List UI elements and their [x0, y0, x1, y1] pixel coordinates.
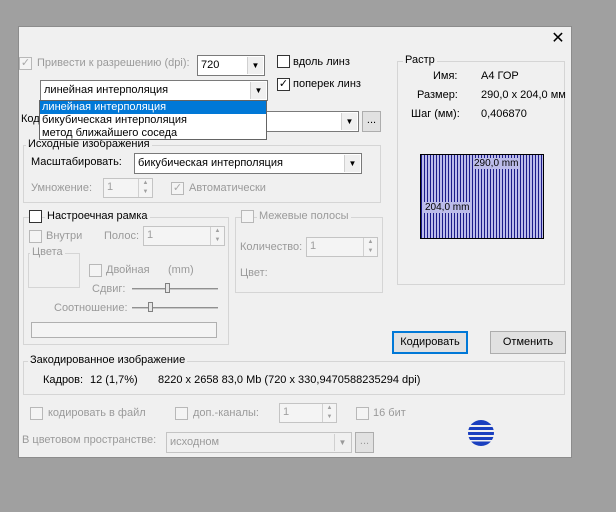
inside-checkbox[interactable]: [29, 230, 42, 243]
interpolation-dropdown-list: линейная интерполяция бикубическая интер…: [39, 100, 267, 140]
color-space-combo[interactable]: исходном ▼: [166, 432, 352, 453]
spin-up-icon[interactable]: ▲: [210, 227, 224, 236]
colors-label: Цвета: [30, 246, 65, 258]
frame-color-bar[interactable]: [31, 322, 217, 338]
interpolation-option[interactable]: метод ближайшего соседа: [40, 127, 266, 140]
dropdown-arrow-icon[interactable]: ▼: [341, 113, 357, 130]
scale-label: Масштабировать:: [31, 156, 122, 168]
raster-name-value: A4 ГОР: [481, 70, 519, 82]
dpi-value: 720: [201, 59, 220, 71]
double-label: Двойная: [106, 264, 150, 276]
stripes-value: 1: [147, 229, 154, 241]
globe-logo-icon: [466, 420, 496, 446]
raster-name-label: Имя:: [433, 70, 458, 82]
multiply-label: Умножение:: [31, 182, 92, 194]
count-spin[interactable]: 1 ▲ ▼: [306, 237, 378, 257]
dropdown-arrow-icon[interactable]: ▼: [334, 434, 350, 451]
cancel-button[interactable]: Отменить: [490, 331, 566, 354]
color-label: Цвет:: [240, 267, 268, 279]
inside-label: Внутри: [46, 230, 83, 242]
code-combo[interactable]: ▼: [259, 111, 359, 132]
raster-title: Растр: [403, 54, 437, 66]
spin-down-icon[interactable]: ▼: [363, 247, 377, 256]
interpolation-option[interactable]: бикубическая интерполяция: [40, 114, 266, 127]
interpolation-option[interactable]: линейная интерполяция: [40, 101, 266, 114]
dpi-combo[interactable]: 720 ▼: [197, 55, 265, 76]
bits16-checkbox[interactable]: [356, 407, 369, 420]
extra-channels-label: доп.-каналы:: [193, 407, 259, 419]
encode-button[interactable]: Кодировать: [392, 331, 468, 354]
scale-value: бикубическая интерполяция: [138, 157, 283, 169]
double-checkbox[interactable]: [89, 264, 102, 277]
ratio-label: Соотношение:: [54, 302, 128, 314]
color-space-label: В цветовом пространстве:: [22, 434, 157, 446]
color-space-browse-button[interactable]: ...: [355, 432, 374, 453]
color-space-value: исходном: [170, 436, 220, 448]
code-label: Код: [21, 113, 40, 125]
dropdown-arrow-icon[interactable]: ▼: [247, 57, 263, 74]
resolution-label: Привести к разрешению (dpi):: [37, 57, 190, 69]
spin-up-icon[interactable]: ▲: [322, 404, 336, 413]
encoding-dialog: ✕ Привести к разрешению (dpi): 720 ▼ вдо…: [18, 26, 572, 458]
raster-size-value: 290,0 x 204,0 мм: [481, 89, 566, 101]
colors-subgroup: [28, 253, 80, 288]
frames-value: 12 (1,7%): [90, 374, 138, 386]
raster-preview: 290,0 mm 204,0 mm: [420, 154, 544, 239]
ratio-slider[interactable]: [132, 307, 218, 309]
spin-up-icon[interactable]: ▲: [363, 238, 377, 247]
raster-step-label: Шаг (мм):: [411, 108, 460, 120]
dropdown-arrow-icon[interactable]: ▼: [250, 82, 266, 99]
spin-down-icon[interactable]: ▼: [210, 236, 224, 245]
stripes-spin[interactable]: 1 ▲ ▼: [143, 226, 225, 246]
auto-checkbox[interactable]: [171, 182, 184, 195]
to-file-checkbox[interactable]: [30, 407, 43, 420]
stripes-label: Полос:: [104, 230, 139, 242]
preview-width-label: 290,0 mm: [473, 158, 520, 169]
frames-label: Кадров:: [43, 374, 84, 386]
spin-up-icon[interactable]: ▲: [138, 179, 152, 188]
close-icon[interactable]: ✕: [550, 31, 566, 47]
ratio-slider-thumb[interactable]: [148, 302, 153, 312]
encoded-details: 8220 x 2658 83,0 Mb (720 x 330,947058823…: [158, 374, 421, 386]
raster-size-label: Размер:: [417, 89, 458, 101]
resolution-checkbox[interactable]: [19, 57, 32, 70]
extra-channels-checkbox[interactable]: [175, 407, 188, 420]
dropdown-arrow-icon[interactable]: ▼: [344, 155, 360, 172]
tuning-frame-title: Настроечная рамка: [45, 210, 150, 222]
count-label: Количество:: [240, 241, 303, 253]
multiply-spin[interactable]: 1 ▲ ▼: [103, 178, 153, 198]
shift-slider-thumb[interactable]: [165, 283, 170, 293]
across-lens-label: поперек линз: [293, 78, 361, 90]
tuning-frame-checkbox[interactable]: [29, 210, 42, 223]
count-value: 1: [310, 240, 317, 252]
raster-step-value: 0,406870: [481, 108, 527, 120]
boundary-stripes-checkbox[interactable]: [241, 210, 254, 223]
spin-down-icon[interactable]: ▼: [322, 413, 336, 422]
spin-down-icon[interactable]: ▼: [138, 188, 152, 197]
code-browse-button[interactable]: ...: [362, 111, 381, 132]
extra-channels-spin[interactable]: 1 ▲ ▼: [279, 403, 337, 423]
interpolation-combo[interactable]: линейная интерполяция ▼: [40, 80, 268, 101]
shift-label: Сдвиг:: [92, 283, 126, 295]
preview-height-label: 204,0 mm: [424, 202, 471, 213]
encoded-image-title: Закодированное изображение: [28, 354, 188, 366]
scale-combo[interactable]: бикубическая интерполяция ▼: [134, 153, 362, 174]
multiply-value: 1: [107, 181, 114, 193]
along-lens-label: вдоль линз: [293, 56, 350, 68]
to-file-label: кодировать в файл: [48, 407, 146, 419]
across-lens-checkbox[interactable]: [277, 78, 290, 91]
bits16-label: 16 бит: [373, 407, 406, 419]
along-lens-checkbox[interactable]: [277, 55, 290, 68]
shift-slider[interactable]: [132, 288, 218, 290]
auto-label: Автоматически: [189, 182, 266, 194]
interpolation-value: линейная интерполяция: [44, 84, 169, 96]
mm-label: (mm): [168, 264, 194, 276]
boundary-stripes-title: Межевые полосы: [257, 210, 351, 222]
extra-channels-value: 1: [283, 406, 290, 418]
